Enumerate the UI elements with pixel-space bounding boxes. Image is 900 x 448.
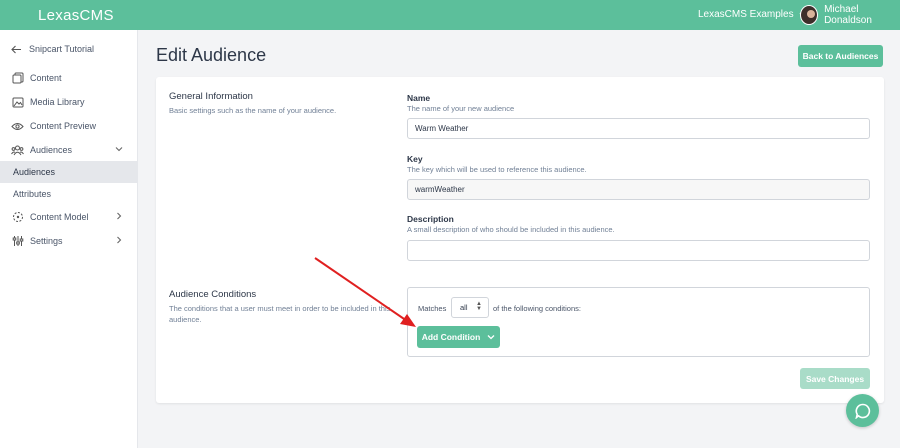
back-to-audiences-button[interactable]: Back to Audiences <box>798 45 883 67</box>
chevron-down-icon <box>487 335 495 340</box>
description-label: Description <box>407 214 454 224</box>
sidebar-item-settings[interactable]: Settings <box>0 230 138 252</box>
app-logo[interactable]: LexasCMS <box>38 7 114 24</box>
back-label: Snipcart Tutorial <box>29 44 95 54</box>
sidebar-subitem-audiences[interactable]: Audiences <box>0 161 138 183</box>
sidebar-subitem-attributes[interactable]: Attributes <box>0 183 138 205</box>
workspace-label: LexasCMS Examples <box>698 9 794 20</box>
conditions-box: Matches all ▲ ▼ of the following conditio… <box>407 287 870 357</box>
sidebar-item-label: Content Model <box>30 212 89 222</box>
sidebar-item-label: Content <box>30 73 62 83</box>
sidebar-item-label: Audiences <box>13 167 56 177</box>
name-help: The name of your new audience <box>407 104 515 113</box>
key-input[interactable]: warmWeather <box>407 179 870 200</box>
sidebar: Snipcart Tutorial Content Media Library … <box>0 30 138 448</box>
sidebar-item-content[interactable]: Content <box>0 67 138 89</box>
sidebar-item-audiences[interactable]: Audiences <box>0 139 138 161</box>
chat-bubble-icon <box>854 403 870 419</box>
conditions-section-description: The conditions that a user must meet in … <box>169 304 391 324</box>
add-condition-button[interactable]: Add Condition <box>417 326 500 348</box>
select-arrows-icon: ▲ ▼ <box>476 301 482 312</box>
sidebar-item-label: Media Library <box>30 97 85 107</box>
image-icon <box>11 96 24 109</box>
save-changes-button[interactable]: Save Changes <box>800 368 870 389</box>
chevron-right-icon <box>117 236 122 244</box>
help-chat-button[interactable] <box>846 394 879 427</box>
chevron-right-icon <box>117 212 122 220</box>
chevron-down-icon <box>115 147 123 152</box>
sidebar-item-label: Audiences <box>30 145 73 155</box>
sidebar-item-content-preview[interactable]: Content Preview <box>0 115 138 137</box>
name-input[interactable]: Warm Weather <box>407 118 870 139</box>
sidebar-item-media-library[interactable]: Media Library <box>0 91 138 113</box>
page-title: Edit Audience <box>156 45 267 65</box>
users-icon <box>11 144 24 157</box>
match-mode-select[interactable]: all ▲ ▼ <box>451 297 489 318</box>
matches-label: Matches <box>418 304 447 313</box>
key-label: Key <box>407 154 423 164</box>
description-help: A small description of who should be inc… <box>407 225 615 234</box>
content-icon <box>11 72 24 85</box>
top-bar: LexasCMS LexasCMS Examples Michael Donal… <box>0 0 900 30</box>
user-name: Michael Donaldson <box>824 4 872 26</box>
arrow-left-icon <box>11 45 21 53</box>
general-section-title: General Information <box>169 91 253 102</box>
eye-icon <box>11 120 24 133</box>
logo-suffix: CMS <box>79 7 114 24</box>
sidebar-item-label: Settings <box>30 236 63 246</box>
following-conditions-label: of the following conditions: <box>493 304 581 313</box>
user-menu[interactable]: Michael Donaldson <box>800 4 900 26</box>
general-section-description: Basic settings such as the name of your … <box>169 106 337 115</box>
key-help: The key which will be used to reference … <box>407 165 587 174</box>
name-label: Name <box>407 93 431 103</box>
sliders-icon <box>11 235 24 248</box>
match-mode-value: all <box>460 303 468 312</box>
avatar <box>800 5 819 25</box>
sidebar-item-label: Attributes <box>13 189 52 199</box>
sidebar-item-label: Content Preview <box>30 121 97 131</box>
back-to-project-link[interactable]: Snipcart Tutorial <box>11 44 94 54</box>
description-input[interactable] <box>407 240 870 261</box>
workspace-switcher[interactable]: LexasCMS Examples <box>698 9 808 20</box>
edit-audience-form: General Information Basic settings such … <box>156 77 884 403</box>
logo-main: Lexas <box>38 7 80 24</box>
model-icon <box>11 211 24 224</box>
add-condition-label: Add Condition <box>421 332 481 342</box>
conditions-section-title: Audience Conditions <box>169 289 257 300</box>
sidebar-item-content-model[interactable]: Content Model <box>0 206 138 228</box>
